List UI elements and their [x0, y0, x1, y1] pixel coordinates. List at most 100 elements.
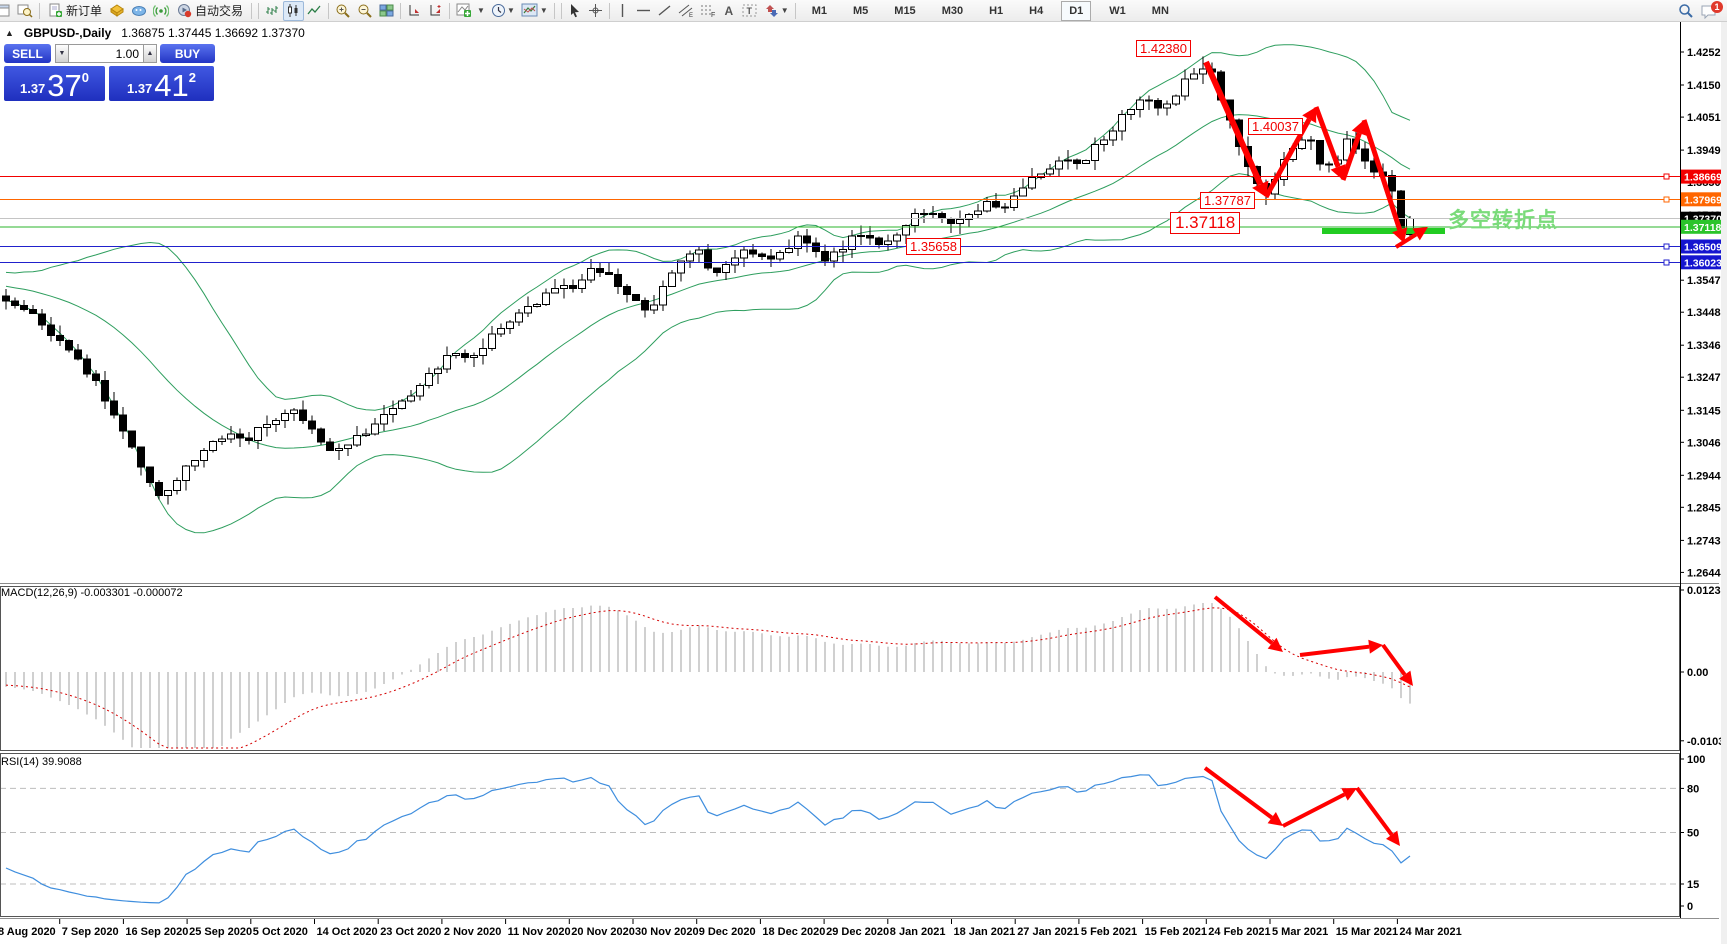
bar-chart-type-icon[interactable] [262, 1, 283, 21]
svg-text:15 Mar 2021: 15 Mar 2021 [1336, 926, 1398, 938]
shapes-tool-icon[interactable]: ▼ [761, 1, 792, 21]
fibonacci-tool-icon[interactable]: F [697, 1, 719, 21]
macd-label: MACD(12,26,9) -0.003301 -0.000072 [1, 587, 183, 599]
period-clock-icon[interactable]: ▼ [488, 1, 518, 21]
turning-point-text-annotation[interactable]: 多空转折点 [1448, 204, 1558, 234]
chart-canvas[interactable]: 1.425201.415001.405101.394901.385001.374… [0, 0, 1727, 944]
buy-price-big-figure: 1.37 [126, 81, 153, 96]
tile-windows-icon[interactable] [376, 1, 397, 21]
trend-arrow[interactable] [1213, 595, 1283, 652]
svg-text:1.36023: 1.36023 [1684, 257, 1722, 269]
svg-text:23 Oct 2020: 23 Oct 2020 [380, 926, 441, 938]
svg-text:5 Oct 2020: 5 Oct 2020 [253, 926, 308, 938]
svg-text:F: F [711, 12, 715, 18]
svg-text:0: 0 [1687, 901, 1693, 913]
sell-button[interactable]: SELL [4, 44, 51, 63]
rsi-label: RSI(14) 39.9088 [1, 756, 82, 768]
chart-window-icon[interactable] [0, 1, 14, 21]
svg-text:50: 50 [1687, 828, 1699, 840]
market-icon[interactable] [107, 1, 128, 21]
buy-button[interactable]: BUY [160, 44, 215, 63]
timeframe-bar: M1 M5 M15 M30 H1 H4 D1 W1 MN [799, 0, 1182, 21]
svg-text:25 Sep 2020: 25 Sep 2020 [189, 926, 252, 938]
svg-text:100: 100 [1687, 754, 1705, 766]
trend-arrow[interactable] [1381, 643, 1413, 686]
add-indicator-icon[interactable]: ▼ [453, 1, 488, 21]
svg-text:9 Dec 2020: 9 Dec 2020 [699, 926, 756, 938]
svg-text:5 Feb 2021: 5 Feb 2021 [1081, 926, 1137, 938]
sell-price-pips: 37 [47, 68, 82, 103]
timeframe-m30[interactable]: M30 [934, 1, 971, 21]
candlestick-series [2, 56, 1414, 505]
price-annotation[interactable]: 1.37118 [1170, 212, 1241, 234]
signals-icon[interactable] [150, 1, 172, 21]
arrange-down-icon[interactable] [404, 1, 425, 21]
sell-price-display[interactable]: 1.37 37 0 [4, 66, 105, 101]
arrange-up-icon[interactable] [425, 1, 446, 21]
svg-text:1.37118: 1.37118 [1684, 222, 1722, 234]
volume-decrease-button[interactable]: ▼ [55, 44, 69, 63]
new-order-button[interactable]: 新订单 [43, 1, 107, 21]
price-annotation[interactable]: 1.40037 [1248, 118, 1303, 135]
timeframe-m1[interactable]: M1 [804, 1, 835, 21]
timeframe-mn[interactable]: MN [1144, 1, 1177, 21]
timeframe-h1[interactable]: H1 [981, 1, 1011, 21]
price-annotation[interactable]: 1.35658 [906, 238, 961, 255]
volume-input[interactable] [69, 44, 143, 63]
svg-text:14 Oct 2020: 14 Oct 2020 [317, 926, 378, 938]
line-chart-type-icon[interactable] [304, 1, 325, 21]
horizontal-line-tool-icon[interactable] [633, 1, 654, 21]
svg-text:18 Dec 2020: 18 Dec 2020 [762, 926, 825, 938]
macd-axis: 0.0123720.00-0.010374 [1680, 585, 1727, 748]
svg-text:8 Jan 2021: 8 Jan 2021 [890, 926, 946, 938]
candlestick-chart-type-icon[interactable] [283, 0, 305, 21]
timeframe-w1[interactable]: W1 [1101, 1, 1134, 21]
crosshair-icon[interactable] [585, 1, 606, 21]
auto-trading-button[interactable]: 自动交易 [172, 1, 248, 21]
timeframe-m15[interactable]: M15 [886, 1, 923, 21]
notifications-icon[interactable]: 1 [1697, 0, 1723, 21]
timeframe-h4[interactable]: H4 [1021, 1, 1051, 21]
trend-arrow[interactable] [1282, 788, 1357, 828]
toolbar: 新订单 自动交易 ▼ ▼ ▼ E F A T ▼ M1 M5 M15 M30 H… [0, 0, 1727, 22]
chart-template-icon[interactable]: ▼ [518, 1, 551, 21]
svg-text:18 Jan 2021: 18 Jan 2021 [954, 926, 1016, 938]
svg-text:1.37969: 1.37969 [1684, 194, 1722, 206]
channel-tool-icon[interactable]: E [675, 1, 697, 21]
zoom-in-icon[interactable] [332, 1, 354, 21]
date-axis: 8 Aug 2020 7 Sep 2020 16 Sep 2020 25 Sep 20… [0, 919, 1462, 938]
trend-arrow[interactable] [1299, 639, 1383, 657]
vertical-line-tool-icon[interactable] [613, 1, 633, 21]
community-icon[interactable] [128, 1, 150, 21]
rsi-line [5, 774, 1411, 904]
chart-corner-icon: ▲ [5, 28, 14, 38]
window-edge [1721, 22, 1727, 944]
timeframe-d1[interactable]: D1 [1061, 0, 1092, 21]
svg-text:15 Feb 2021: 15 Feb 2021 [1145, 926, 1207, 938]
svg-text:1.36509: 1.36509 [1684, 242, 1722, 254]
svg-text:24 Mar 2021: 24 Mar 2021 [1399, 926, 1461, 938]
price-badge: 1.38669 [1681, 169, 1722, 184]
price-annotation[interactable]: 1.37787 [1200, 192, 1255, 209]
price-badge: 1.37118 [1681, 219, 1722, 234]
zoom-out-icon[interactable] [354, 1, 376, 21]
svg-text:24 Feb 2021: 24 Feb 2021 [1208, 926, 1270, 938]
price-badge: 1.36023 [1681, 255, 1722, 270]
trendline-tool-icon[interactable] [654, 1, 675, 21]
svg-text:27 Jan 2021: 27 Jan 2021 [1017, 926, 1079, 938]
search-icon[interactable] [1675, 1, 1697, 21]
macd-indicator [5, 603, 1411, 749]
buy-price-display[interactable]: 1.37 41 2 [109, 66, 214, 101]
price-annotation[interactable]: 1.42380 [1136, 40, 1191, 57]
svg-text:11 Nov 2020: 11 Nov 2020 [508, 926, 571, 938]
text-label-tool-icon[interactable]: T [739, 1, 761, 21]
sell-price-big-figure: 1.37 [19, 81, 46, 96]
cursor-icon[interactable] [565, 1, 585, 21]
timeframe-m5[interactable]: M5 [845, 1, 876, 21]
profiles-icon[interactable] [14, 1, 36, 21]
chart-title: ▲ GBPUSD-,Daily 1.36875 1.37445 1.36692 … [5, 26, 305, 40]
mt4-window: 新订单 自动交易 ▼ ▼ ▼ E F A T ▼ M1 M5 M15 M30 H… [0, 0, 1727, 944]
chart-symbol-period: GBPUSD-,Daily [23, 26, 112, 40]
volume-increase-button[interactable]: ▲ [143, 44, 157, 63]
text-tool-icon[interactable]: A [719, 1, 739, 21]
